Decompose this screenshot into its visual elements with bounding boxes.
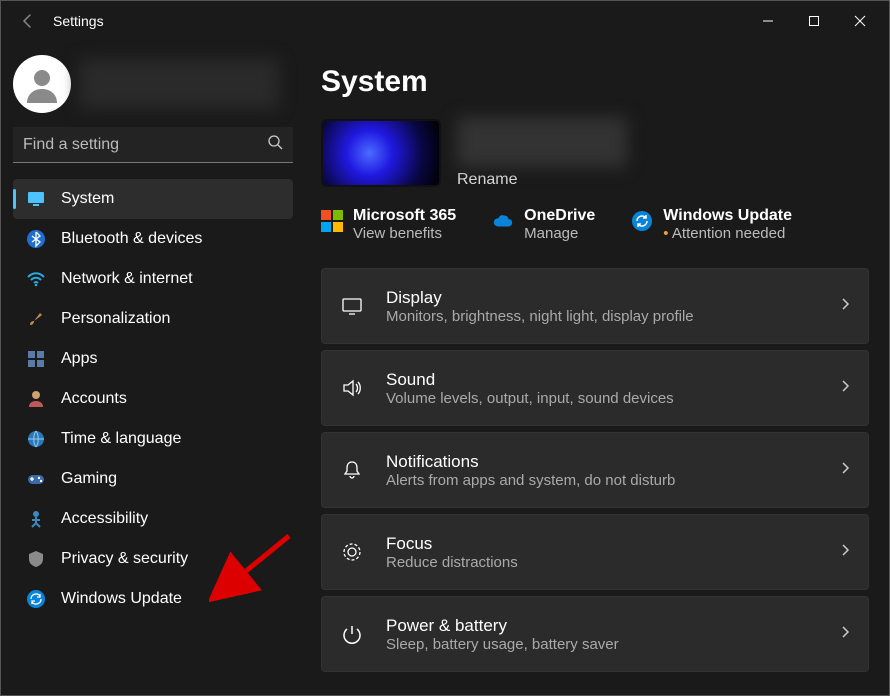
back-button[interactable] [15, 8, 41, 34]
sidebar-item-label: Apps [61, 350, 97, 368]
bluetooth-icon [25, 228, 47, 250]
search-input[interactable] [23, 136, 267, 154]
window-title: Settings [53, 13, 104, 29]
chevron-right-icon [838, 625, 852, 644]
sync-icon [25, 588, 47, 610]
sidebar-item-update[interactable]: Windows Update [13, 579, 293, 619]
sidebar-item-privacy[interactable]: Privacy & security [13, 539, 293, 579]
card-title: Focus [386, 534, 518, 554]
card-subtitle: Volume levels, output, input, sound devi… [386, 390, 674, 407]
sidebar-item-label: Gaming [61, 470, 117, 488]
card-subtitle: Alerts from apps and system, do not dist… [386, 472, 675, 489]
chevron-right-icon [838, 379, 852, 398]
chevron-right-icon [838, 297, 852, 316]
card-power[interactable]: Power & battery Sleep, battery usage, ba… [321, 596, 869, 672]
gamepad-icon [25, 468, 47, 490]
sidebar-item-label: Windows Update [61, 590, 182, 608]
status-onedrive-title: OneDrive [524, 207, 595, 225]
shield-icon [25, 548, 47, 570]
card-focus[interactable]: Focus Reduce distractions [321, 514, 869, 590]
sidebar-item-label: Bluetooth & devices [61, 230, 202, 248]
window-controls [745, 5, 883, 37]
rename-link[interactable]: Rename [457, 171, 627, 189]
globe-icon [25, 428, 47, 450]
card-subtitle: Reduce distractions [386, 554, 518, 571]
card-notifications[interactable]: Notifications Alerts from apps and syste… [321, 432, 869, 508]
card-display[interactable]: Display Monitors, brightness, night ligh… [321, 268, 869, 344]
card-title: Sound [386, 370, 674, 390]
sidebar-item-label: Accessibility [61, 510, 148, 528]
page-title: System [321, 65, 869, 99]
monitor-icon [338, 292, 366, 320]
title-bar: Settings [1, 1, 889, 41]
sidebar-item-network[interactable]: Network & internet [13, 259, 293, 299]
sidebar: System Bluetooth & devices Network & inter… [1, 41, 301, 695]
sidebar-item-accessibility[interactable]: Accessibility [13, 499, 293, 539]
grid-icon [25, 348, 47, 370]
sidebar-item-time[interactable]: Time & language [13, 419, 293, 459]
sidebar-item-label: Accounts [61, 390, 127, 408]
sidebar-item-bluetooth[interactable]: Bluetooth & devices [13, 219, 293, 259]
sidebar-item-apps[interactable]: Apps [13, 339, 293, 379]
sync-icon [631, 210, 653, 232]
card-title: Display [386, 288, 694, 308]
device-name-redacted [457, 117, 627, 167]
status-update-sub: • Attention needed [663, 225, 792, 242]
settings-cards: Display Monitors, brightness, night ligh… [321, 268, 869, 672]
chevron-right-icon [838, 461, 852, 480]
device-thumbnail[interactable] [321, 119, 441, 187]
status-update-title: Windows Update [663, 207, 792, 225]
status-update[interactable]: Windows Update • Attention needed [631, 207, 792, 242]
status-row: Microsoft 365 View benefits OneDrive Man… [321, 207, 869, 242]
search-box[interactable] [13, 127, 293, 163]
sidebar-item-gaming[interactable]: Gaming [13, 459, 293, 499]
status-onedrive[interactable]: OneDrive Manage [492, 207, 595, 242]
avatar [13, 55, 71, 113]
status-m365[interactable]: Microsoft 365 View benefits [321, 207, 456, 242]
card-title: Power & battery [386, 616, 619, 636]
sidebar-item-system[interactable]: System [13, 179, 293, 219]
brush-icon [25, 308, 47, 330]
user-block[interactable] [13, 55, 293, 113]
status-m365-sub: View benefits [353, 225, 456, 242]
monitor-icon [25, 188, 47, 210]
card-subtitle: Sleep, battery usage, battery saver [386, 636, 619, 653]
search-icon [267, 134, 283, 155]
sidebar-item-personalization[interactable]: Personalization [13, 299, 293, 339]
sidebar-item-label: Privacy & security [61, 550, 188, 568]
cloud-icon [492, 210, 514, 232]
close-button[interactable] [837, 5, 883, 37]
user-info-redacted [79, 59, 279, 109]
target-icon [338, 538, 366, 566]
person-icon [25, 388, 47, 410]
sidebar-item-accounts[interactable]: Accounts [13, 379, 293, 419]
sidebar-item-label: Personalization [61, 310, 170, 328]
sidebar-nav: System Bluetooth & devices Network & inter… [13, 179, 293, 619]
device-row: Rename [321, 117, 869, 189]
speaker-icon [338, 374, 366, 402]
card-subtitle: Monitors, brightness, night light, displ… [386, 308, 694, 325]
sidebar-item-label: System [61, 190, 114, 208]
bell-icon [338, 456, 366, 484]
minimize-button[interactable] [745, 5, 791, 37]
maximize-button[interactable] [791, 5, 837, 37]
status-onedrive-sub: Manage [524, 225, 595, 242]
wifi-icon [25, 268, 47, 290]
power-icon [338, 620, 366, 648]
card-sound[interactable]: Sound Volume levels, output, input, soun… [321, 350, 869, 426]
main-panel: System Rename Microsoft 365 View benefit… [301, 41, 889, 695]
sidebar-item-label: Network & internet [61, 270, 193, 288]
person2-icon [25, 508, 47, 530]
sidebar-item-label: Time & language [61, 430, 181, 448]
microsoft-icon [321, 210, 343, 232]
card-title: Notifications [386, 452, 675, 472]
status-m365-title: Microsoft 365 [353, 207, 456, 225]
chevron-right-icon [838, 543, 852, 562]
